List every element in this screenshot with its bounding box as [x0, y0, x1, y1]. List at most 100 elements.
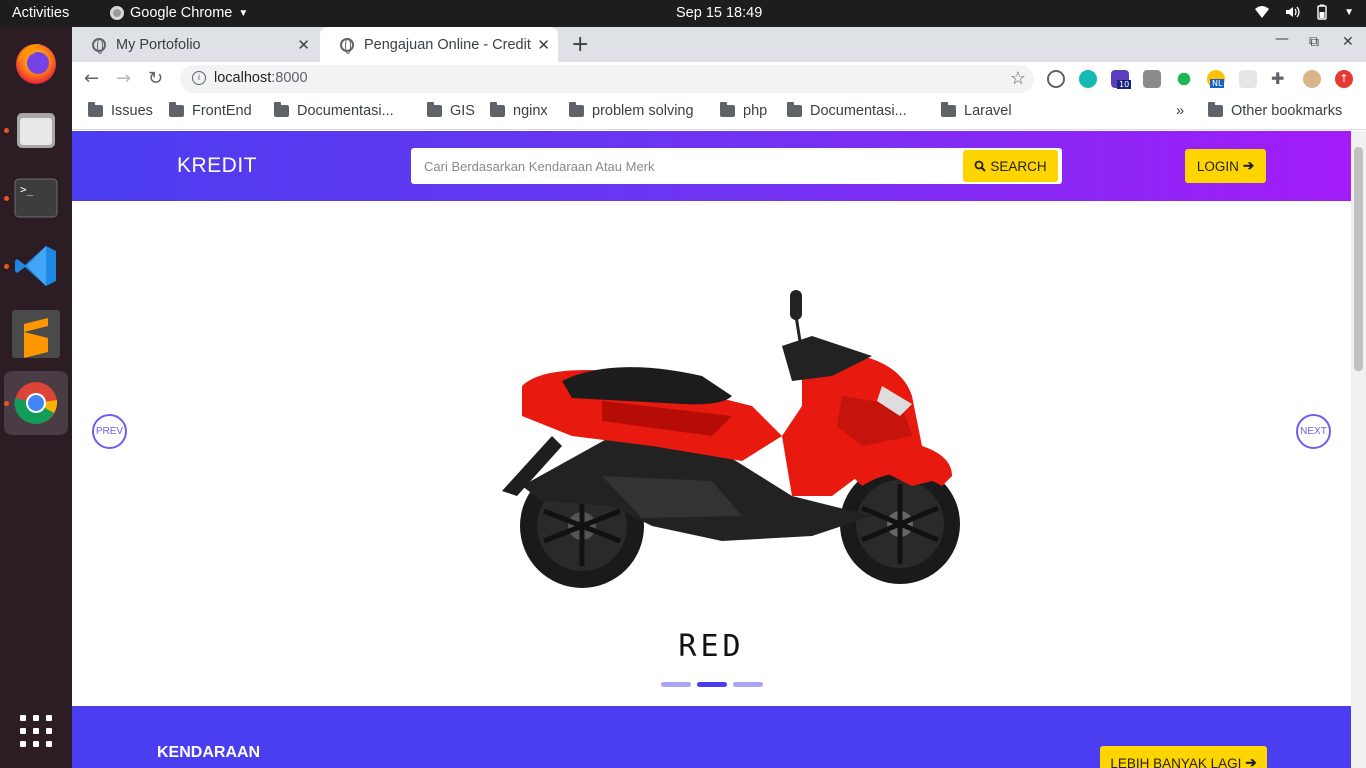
more-vehicles-button[interactable]: LEBIH BANYAK LAGI ➔: [1100, 746, 1267, 768]
caret-down-icon: ▼: [1344, 6, 1354, 18]
folder-icon: [427, 102, 442, 117]
forward-icon[interactable]: →: [116, 68, 131, 89]
running-indicator: [4, 264, 9, 269]
close-tab-icon[interactable]: ✕: [537, 36, 550, 54]
maximize-icon[interactable]: ⧉: [1309, 34, 1319, 50]
bookmark-folder[interactable]: Documentasi...: [787, 102, 907, 119]
new-tab-icon[interactable]: +: [571, 32, 589, 57]
globe-icon: [340, 37, 354, 54]
scrollbar-thumb[interactable]: [1354, 147, 1363, 371]
dock-vscode[interactable]: [4, 234, 68, 298]
site-logo[interactable]: KREDIT: [177, 154, 257, 178]
running-indicator: [4, 128, 9, 133]
browser-toolbar: ← → ↻ i localhost:8000 ☆ 10 NL ✚ ↑: [72, 62, 1366, 96]
search-button[interactable]: SEARCH: [963, 150, 1058, 182]
extension-badge-icon[interactable]: 10: [1111, 70, 1132, 89]
section-title: KENDARAAN: [157, 744, 261, 761]
tab-my-portofolio[interactable]: My Portofolio ✕: [72, 27, 318, 62]
bookmarks-overflow-icon[interactable]: »: [1176, 103, 1184, 119]
extension-devtools-icon[interactable]: [1047, 70, 1065, 88]
bookmark-folder[interactable]: problem solving: [569, 102, 694, 119]
kendaraan-section: KENDARAAN LEBIH BANYAK LAGI ➔: [72, 706, 1351, 768]
activities-button[interactable]: Activities: [12, 5, 69, 21]
dock: >_: [0, 27, 72, 768]
bookmark-folder[interactable]: FrontEnd: [169, 102, 252, 119]
caret-down-icon: ▼: [238, 7, 249, 19]
arrow-right-icon: ➔: [1242, 158, 1255, 173]
extension-fb-icon[interactable]: [1143, 70, 1161, 88]
show-applications-icon[interactable]: [20, 715, 52, 747]
carousel-prev-button[interactable]: PREV: [92, 414, 127, 449]
dock-firefox[interactable]: [4, 30, 68, 94]
more-button-label: LEBIH BANYAK LAGI: [1110, 755, 1242, 768]
extensions-puzzle-icon[interactable]: ✚: [1271, 70, 1289, 88]
folder-icon: [787, 102, 802, 117]
globe-icon: [92, 37, 106, 54]
firefox-icon: [16, 44, 56, 84]
running-indicator: [4, 401, 9, 406]
dock-chrome[interactable]: [4, 371, 68, 435]
extension-nl-icon[interactable]: NL: [1207, 70, 1225, 88]
site-info-icon[interactable]: i: [192, 71, 206, 85]
chrome-icon: [14, 382, 58, 424]
bookmark-folder[interactable]: Issues: [88, 102, 153, 119]
dock-files[interactable]: [4, 98, 68, 162]
battery-icon: [1317, 4, 1327, 20]
bookmark-folder[interactable]: Documentasi...: [274, 102, 394, 119]
folder-icon: [720, 102, 735, 117]
folder-icon: [941, 102, 956, 117]
folder-icon: [169, 102, 184, 117]
files-icon: [17, 113, 55, 148]
bookmark-folder[interactable]: GIS: [427, 102, 475, 119]
slide-title: RED: [678, 629, 745, 664]
extension-js-icon[interactable]: [1177, 72, 1191, 86]
profile-avatar[interactable]: [1303, 70, 1321, 88]
carousel-indicator[interactable]: [661, 682, 691, 687]
extension-grid-icon[interactable]: [1239, 70, 1257, 88]
bookmark-star-icon[interactable]: ☆: [1010, 68, 1026, 89]
app-menu-label: Google Chrome: [130, 5, 233, 21]
bookmark-folder[interactable]: Laravel: [941, 102, 1012, 119]
extension-m-icon[interactable]: [1079, 70, 1097, 88]
login-button[interactable]: LOGIN ➔: [1185, 149, 1266, 183]
chrome-window: My Portofolio ✕ Pengajuan Online - Credi…: [72, 27, 1366, 768]
volume-icon: [1286, 6, 1300, 18]
tab-title: My Portofolio: [116, 36, 201, 53]
running-indicator: [4, 196, 9, 201]
address-bar[interactable]: i localhost:8000 ☆: [180, 65, 1034, 93]
system-top-bar: Activities Google Chrome ▼ Sep 15 18:49 …: [0, 0, 1366, 27]
other-bookmarks[interactable]: Other bookmarks: [1208, 102, 1342, 119]
bookmark-folder[interactable]: nginx: [490, 102, 548, 119]
reload-icon[interactable]: ↻: [148, 68, 163, 89]
clock[interactable]: Sep 15 18:49: [676, 5, 762, 21]
bookmarks-bar: Issues FrontEnd Documentasi... GIS nginx…: [72, 96, 1366, 130]
system-tray[interactable]: ▼: [1254, 4, 1354, 20]
tab-title: Pengajuan Online - Credit: [364, 36, 531, 53]
update-icon[interactable]: ↑: [1335, 70, 1353, 88]
close-window-icon[interactable]: ✕: [1342, 34, 1354, 50]
page-viewport: KREDIT SEARCH LOGIN ➔ PREV NEXT: [72, 131, 1351, 768]
search-input[interactable]: [411, 148, 963, 184]
bookmark-folder[interactable]: php: [720, 102, 767, 119]
carousel-indicators: [661, 682, 763, 687]
dock-sublime[interactable]: [4, 302, 68, 366]
carousel-indicator-active[interactable]: [697, 682, 727, 687]
dock-terminal[interactable]: >_: [4, 166, 68, 230]
login-button-label: LOGIN: [1196, 158, 1239, 174]
close-tab-icon[interactable]: ✕: [297, 36, 310, 54]
page-scrollbar[interactable]: [1351, 131, 1366, 768]
search-bar: SEARCH: [411, 148, 1062, 184]
app-menu[interactable]: Google Chrome ▼: [110, 5, 248, 21]
carousel-next-button[interactable]: NEXT: [1296, 414, 1331, 449]
wifi-icon: [1255, 6, 1270, 18]
tab-pengajuan-online[interactable]: Pengajuan Online - Credit ✕: [320, 27, 558, 62]
terminal-icon: >_: [14, 178, 58, 218]
site-header: KREDIT SEARCH LOGIN ➔: [72, 131, 1351, 201]
arrow-right-icon: ➔: [1245, 755, 1257, 768]
carousel-indicator[interactable]: [733, 682, 763, 687]
product-carousel: PREV NEXT RED: [72, 201, 1351, 706]
url-text: localhost:8000: [214, 70, 308, 86]
back-icon[interactable]: ←: [84, 68, 99, 89]
scooter-image: [502, 290, 960, 588]
minimize-icon[interactable]: —: [1275, 31, 1289, 47]
